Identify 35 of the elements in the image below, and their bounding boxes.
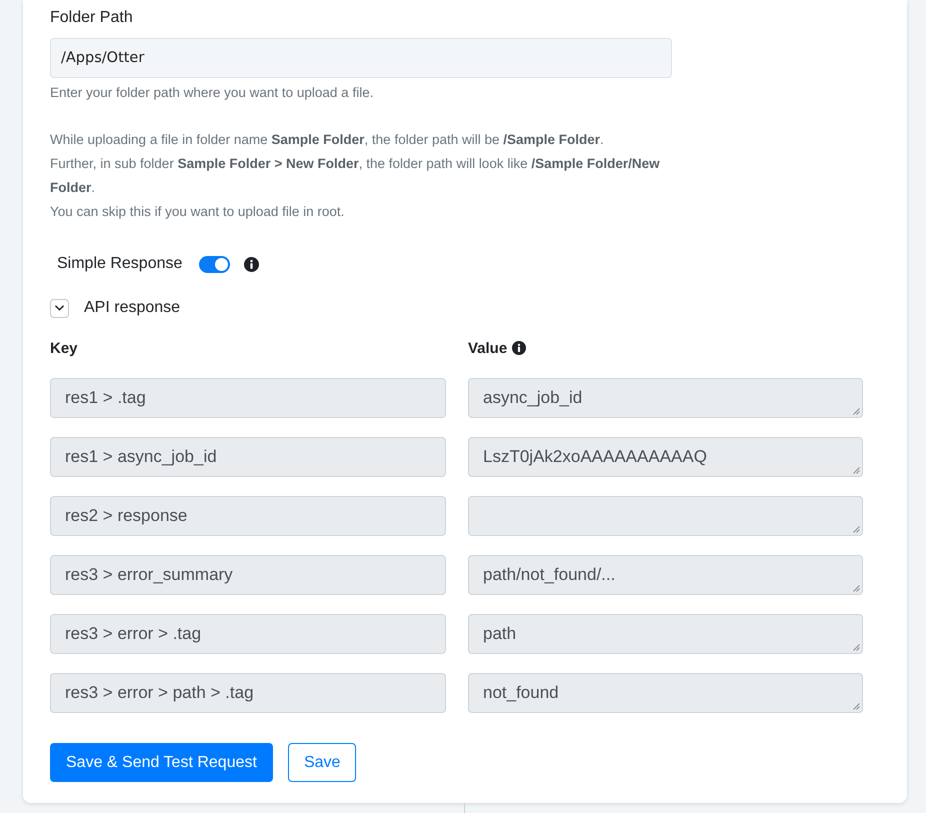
key-field[interactable]: res2 > response <box>50 496 446 536</box>
note-text: While uploading a file in folder name Sample Folder, the folder path will be /Sample Folder. <box>50 131 605 149</box>
field-label: Folder Path <box>50 8 134 28</box>
chevron-icon <box>55 305 64 311</box>
column-header: Value <box>468 340 508 356</box>
help-text: Enter your folder path where you want to upload a file. <box>50 84 374 102</box>
folder-path-field[interactable]: /Apps/Otter <box>50 38 672 78</box>
key-field[interactable]: res1 > .tag <box>50 378 446 418</box>
value-field[interactable]: LszT0jAk2xoAAAAAAAAAAQ <box>468 437 863 477</box>
key-field[interactable]: res3 > error_summary <box>50 555 446 595</box>
resize-grip-icon[interactable] <box>853 408 860 415</box>
resize-grip-icon[interactable] <box>853 703 860 710</box>
resize-grip-icon[interactable] <box>853 526 860 533</box>
key-field[interactable]: res1 > async_job_id <box>50 437 446 477</box>
info-icon[interactable] <box>244 256 260 272</box>
note-text: Further, in sub folder Sample Folder > New Folder, the folder path will look like /Sample Folder/New Folder. <box>50 155 661 197</box>
resize-grip-icon[interactable] <box>853 467 860 474</box>
simple-response-toggle[interactable] <box>199 256 230 272</box>
key-field[interactable]: res3 > error > .tag <box>50 614 446 654</box>
section-title: API response <box>84 299 180 317</box>
note-text: You can skip this if you want to upload file in root. <box>50 203 346 221</box>
expand-toggle[interactable] <box>50 298 69 318</box>
info-icon[interactable] <box>512 341 526 355</box>
send-test-button[interactable]: Save & Send Test Request <box>50 743 273 782</box>
toggle-label: Simple Response <box>57 255 182 273</box>
value-field[interactable] <box>468 496 863 536</box>
column-header: Key <box>50 340 78 356</box>
value-field[interactable]: async_job_id <box>468 378 863 418</box>
save-button[interactable]: Save <box>288 743 356 782</box>
resize-grip-icon[interactable] <box>853 585 860 592</box>
value-field[interactable]: path <box>468 614 863 654</box>
value-field[interactable]: not_found <box>468 673 863 713</box>
key-field[interactable]: res3 > error > path > .tag <box>50 673 446 713</box>
resize-grip-icon[interactable] <box>853 644 860 651</box>
value-field[interactable]: path/not_found/... <box>468 555 863 595</box>
